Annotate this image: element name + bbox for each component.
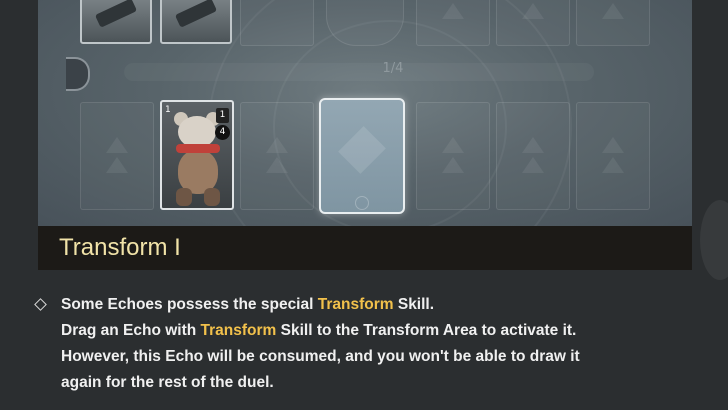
tip-line-3: However, this Echo will be consumed, and… xyxy=(61,348,580,365)
top-crest-slot xyxy=(326,0,404,46)
triangle-icon xyxy=(442,157,464,173)
tutorial-title-bar: Transform I xyxy=(38,226,692,270)
board-divider xyxy=(124,63,594,81)
tutorial-title: Transform I xyxy=(59,234,181,261)
page-indicator: 1/4 xyxy=(382,61,404,76)
top-empty-slot xyxy=(240,0,314,46)
bottom-slot-7 xyxy=(576,102,650,210)
tutorial-description: Some Echoes possess the special Transfor… xyxy=(34,292,706,396)
mech-card-top-2[interactable] xyxy=(160,0,232,44)
triangle-icon xyxy=(266,157,288,173)
card-stat-bottom: 4 xyxy=(215,125,230,140)
top-slot-c xyxy=(576,0,650,46)
bottom-slot-3 xyxy=(240,102,314,210)
card-stat-top: 1 xyxy=(216,108,229,123)
keyword-transform: Transform xyxy=(200,322,277,339)
mech-card-top-1[interactable] xyxy=(80,0,152,44)
diamond-bullet-icon xyxy=(34,298,47,311)
triangle-icon xyxy=(266,137,288,153)
crest-icon xyxy=(338,126,386,174)
triangle-icon xyxy=(442,3,464,19)
card-cost: 1 xyxy=(165,105,171,115)
triangle-icon xyxy=(522,3,544,19)
triangle-icon xyxy=(602,137,624,153)
teddy-bear-echo-card[interactable]: 1 1 4 xyxy=(160,100,234,210)
top-slot-a xyxy=(416,0,490,46)
triangle-icon xyxy=(442,137,464,153)
triangle-icon xyxy=(106,137,128,153)
mech-icon xyxy=(174,0,218,28)
triangle-icon xyxy=(602,157,624,173)
keyword-transform: Transform xyxy=(317,296,394,313)
duel-board: 1/4 1 1 4 xyxy=(38,0,692,226)
bottom-slot-5 xyxy=(416,102,490,210)
tip-line-2: Drag an Echo with Transform Skill to the… xyxy=(61,322,577,339)
tip-line-4: again for the rest of the duel. xyxy=(61,374,274,391)
tip-line-1: Some Echoes possess the special Transfor… xyxy=(61,296,435,313)
bottom-slot-1 xyxy=(80,102,154,210)
bottom-slot-6 xyxy=(496,102,570,210)
triangle-icon xyxy=(106,157,128,173)
side-handle[interactable] xyxy=(66,57,90,91)
top-slot-b xyxy=(496,0,570,46)
transform-area[interactable] xyxy=(319,98,405,214)
mech-icon xyxy=(94,0,138,28)
triangle-icon xyxy=(602,3,624,19)
triangle-icon xyxy=(522,157,544,173)
triangle-icon xyxy=(522,137,544,153)
